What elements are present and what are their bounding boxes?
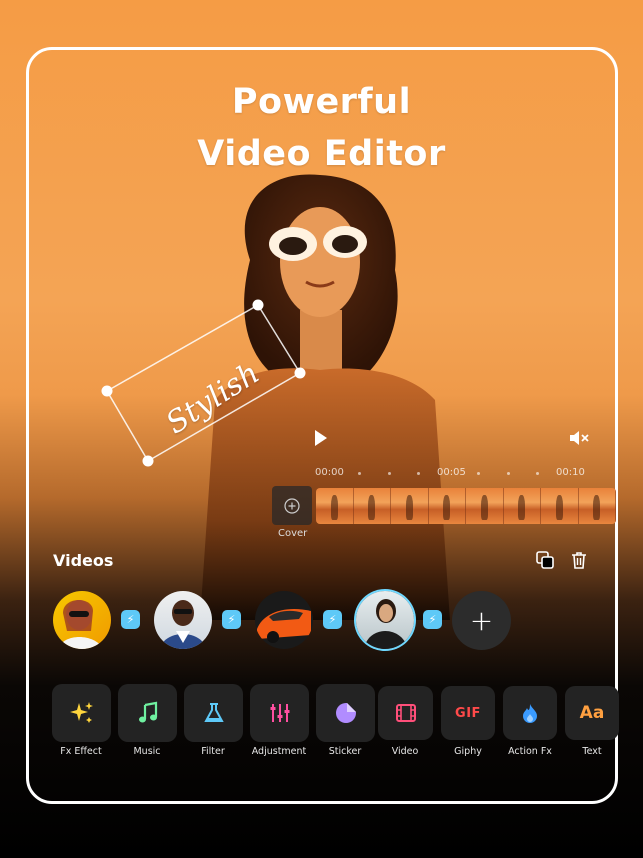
trash-icon[interactable] <box>569 550 589 570</box>
transition-icon[interactable]: ⚡ <box>323 610 342 629</box>
sticker-icon <box>335 703 356 723</box>
tool-adjustment[interactable] <box>250 684 309 742</box>
tool-label: Text <box>582 746 602 757</box>
mute-icon[interactable] <box>568 428 590 448</box>
video-thumbnail-4[interactable] <box>356 591 414 649</box>
flame-icon <box>523 704 537 723</box>
add-circle-icon <box>284 497 300 514</box>
ruler-dot <box>507 472 510 475</box>
play-icon[interactable] <box>309 427 331 449</box>
ruler-dot <box>536 472 539 475</box>
tool-music[interactable] <box>118 684 177 742</box>
music-note-icon <box>138 701 157 723</box>
ruler-dot <box>417 472 420 475</box>
videos-title: Videos <box>53 551 114 570</box>
ruler-dot <box>388 472 391 475</box>
timeline-frame <box>466 488 504 524</box>
tool-fx-effect[interactable] <box>52 684 111 742</box>
timeline-frame <box>316 488 354 524</box>
time-mark: 00:10 <box>556 467 585 478</box>
timeline-frame <box>503 488 541 524</box>
video-thumbnail-1[interactable] <box>53 591 111 649</box>
plus-icon: + <box>469 604 494 637</box>
person-thumbnail <box>364 599 408 649</box>
film-icon <box>395 704 416 722</box>
ruler-dot <box>358 472 361 475</box>
gif-icon: GIF <box>455 705 481 721</box>
transition-icon[interactable]: ⚡ <box>222 610 241 629</box>
tool-sticker[interactable] <box>316 684 375 742</box>
timeline-frame <box>578 488 616 524</box>
timeline-strip[interactable] <box>316 488 616 524</box>
timeline-frame <box>391 488 429 524</box>
time-mark: 00:05 <box>437 467 466 478</box>
duplicate-icon[interactable] <box>535 550 555 570</box>
ruler-dot <box>477 472 480 475</box>
transition-icon[interactable]: ⚡ <box>423 610 442 629</box>
sliders-icon <box>270 704 289 722</box>
timeline-frame <box>541 488 579 524</box>
car-thumbnail <box>257 609 311 643</box>
cover-button[interactable] <box>272 486 312 525</box>
timeline-frame <box>353 488 391 524</box>
transition-icon[interactable]: ⚡ <box>121 610 140 629</box>
person-thumbnail <box>58 599 103 649</box>
tool-filter[interactable] <box>184 684 243 742</box>
text-icon: Aa <box>579 703 605 723</box>
flask-icon <box>203 703 224 722</box>
video-thumbnail-3[interactable] <box>255 591 313 649</box>
add-video-button[interactable]: + <box>452 591 511 650</box>
video-thumbnail-2[interactable] <box>154 591 212 649</box>
tool-action-fx[interactable] <box>503 686 557 740</box>
tool-video[interactable] <box>378 686 433 740</box>
timeline-frame <box>428 488 466 524</box>
sparkle-icon <box>69 702 93 723</box>
tool-giphy[interactable]: GIF <box>441 686 495 740</box>
cover-label: Cover <box>278 528 308 539</box>
person-thumbnail <box>160 600 206 649</box>
tool-text[interactable]: Aa <box>565 686 619 740</box>
time-mark: 00:00 <box>315 467 344 478</box>
